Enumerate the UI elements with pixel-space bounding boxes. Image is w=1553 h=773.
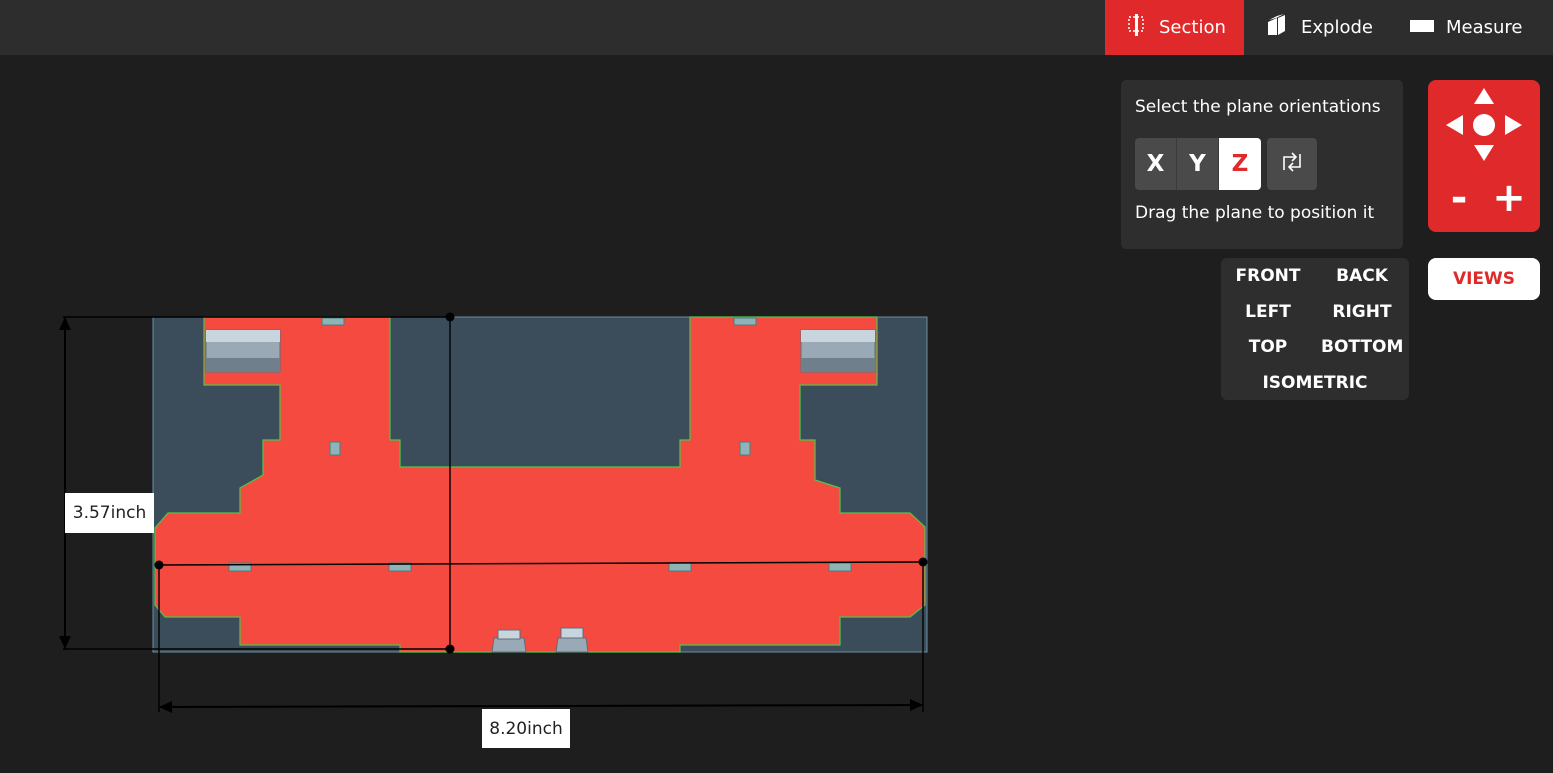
flip-plane-icon: [1280, 150, 1304, 178]
view-top[interactable]: TOP: [1231, 337, 1305, 357]
view-front[interactable]: FRONT: [1231, 266, 1305, 286]
axis-z-button[interactable]: Z: [1219, 138, 1261, 190]
axis-x-button[interactable]: X: [1135, 138, 1177, 190]
views-button[interactable]: VIEWS: [1428, 258, 1540, 300]
view-isometric[interactable]: ISOMETRIC: [1221, 373, 1409, 393]
pan-left-icon[interactable]: [1446, 115, 1463, 135]
view-back[interactable]: BACK: [1325, 266, 1399, 286]
flip-plane-button[interactable]: [1267, 138, 1317, 190]
view-right[interactable]: RIGHT: [1325, 302, 1399, 322]
width-dimension-label: 8.20inch: [482, 709, 570, 748]
pan-up-icon[interactable]: [1474, 88, 1494, 104]
height-dimension-label: 3.57inch: [65, 493, 154, 533]
center-view-icon[interactable]: [1473, 114, 1495, 136]
axis-y-button[interactable]: Y: [1177, 138, 1219, 190]
bearing-left: [205, 329, 281, 373]
pan-down-icon[interactable]: [1474, 145, 1494, 161]
plane-orientation-panel: Select the plane orientations X Y Z Drag…: [1121, 80, 1403, 249]
bearing-right: [800, 329, 876, 373]
view-left[interactable]: LEFT: [1231, 302, 1305, 322]
plane-panel-title: Select the plane orientations: [1135, 97, 1381, 117]
zoom-in-button[interactable]: +: [1490, 176, 1528, 220]
view-bottom[interactable]: BOTTOM: [1321, 337, 1403, 357]
plane-panel-hint: Drag the plane to position it: [1135, 203, 1375, 223]
pan-right-icon[interactable]: [1505, 115, 1522, 135]
views-menu: FRONT BACK LEFT RIGHT TOP BOTTOM ISOMETR…: [1221, 258, 1409, 400]
navigation-pad: - +: [1428, 80, 1540, 232]
zoom-out-button[interactable]: -: [1442, 176, 1476, 220]
axis-selector: X Y Z: [1135, 138, 1261, 190]
